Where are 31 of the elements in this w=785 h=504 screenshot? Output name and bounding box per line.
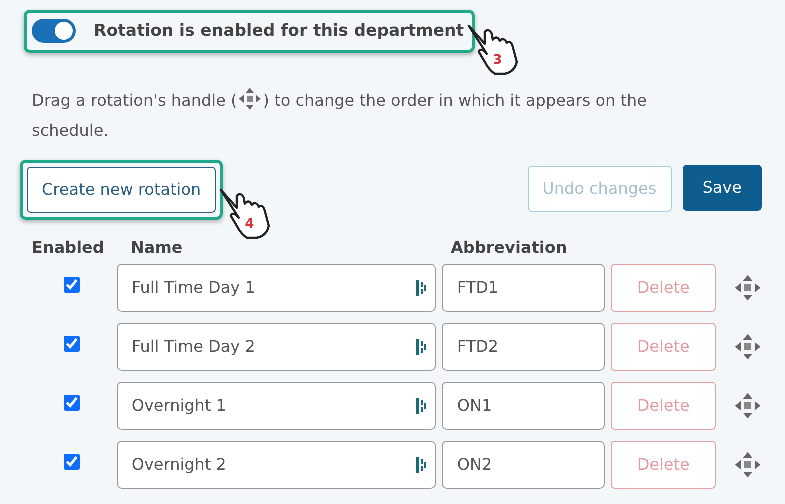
move-handle-icon[interactable] <box>734 451 762 479</box>
column-header: Abbreviation <box>451 238 568 257</box>
enabled-checkbox[interactable] <box>64 277 80 293</box>
name-field[interactable]: Full Time Day 1 <box>116 264 436 312</box>
abbreviation-field[interactable]: ON2 <box>442 441 606 489</box>
column-header: Enabled <box>32 238 104 257</box>
abbreviation-field[interactable]: ON1 <box>442 382 606 430</box>
callout-number: 3 <box>493 52 502 70</box>
move-handle-icon[interactable] <box>734 392 762 420</box>
save-button[interactable]: Save <box>682 165 762 211</box>
enabled-checkbox[interactable] <box>64 454 80 470</box>
instruction-text: Drag a rotation's handle ( ) to change the order in which it appears on the schedule. <box>32 86 722 146</box>
field-text: Overnight 2 <box>132 454 226 476</box>
enabled-checkbox[interactable] <box>64 395 80 411</box>
move-handle-icon <box>237 87 264 111</box>
name-field[interactable]: Overnight 1 <box>116 382 436 430</box>
field-text: Overnight 1 <box>132 395 226 417</box>
enabled-checkbox[interactable] <box>64 336 80 352</box>
name-field[interactable]: Overnight 2 <box>116 441 436 489</box>
abbreviation-field[interactable]: FTD2 <box>442 323 606 371</box>
toggle-label: Rotation is enabled for this department <box>94 20 464 42</box>
create-rotation-button[interactable]: Create new rotation <box>27 167 216 213</box>
column-header: Name <box>131 238 183 257</box>
field-text: Full Time Day 2 <box>132 336 256 358</box>
abbreviation-field[interactable]: FTD1 <box>442 264 606 312</box>
field-text: Full Time Day 1 <box>132 277 256 299</box>
toggle-switch[interactable] <box>32 19 76 44</box>
move-handle-icon[interactable] <box>734 333 762 361</box>
callout-number: 4 <box>245 216 254 234</box>
move-handle-icon[interactable] <box>734 274 762 302</box>
name-field[interactable]: Full Time Day 2 <box>116 323 436 371</box>
